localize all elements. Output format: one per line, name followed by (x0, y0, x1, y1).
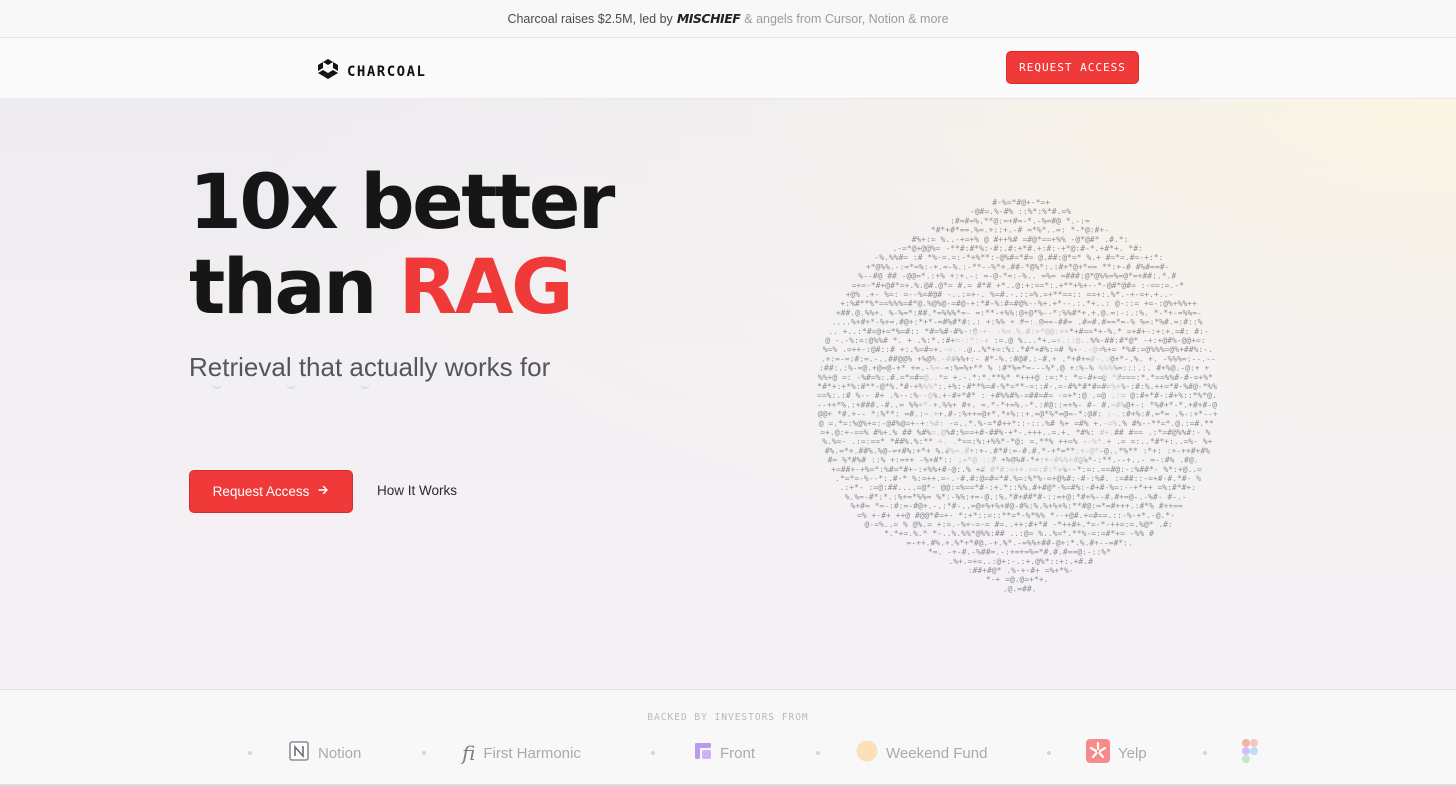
investor-label: Weekend Fund (886, 744, 988, 762)
investor-label: Yelp (1118, 744, 1147, 762)
investor-logos: Notion fi First Harmonic Front Weekend F… (0, 739, 1456, 767)
ascii-art-line: #%+:= %..-+=+% @ #++%# =#@*==+%% -@*@#* … (912, 235, 1129, 244)
ascii-art-line: +##.@.%%+. %-%=*:##.*=%%%*=- =:**-+%%:@+… (836, 308, 1202, 317)
yelp-icon (1086, 739, 1110, 767)
request-access-label: Request Access (212, 484, 310, 499)
ascii-art-line: #%.=*+.##%.%@-=+#%:+*+ %.#%=.#+:+-.#*#:=… (825, 446, 1210, 455)
investors-section: BACKED BY INVESTORS FROM Notion fi First… (0, 689, 1456, 786)
figma-icon (1242, 739, 1258, 767)
headline-line-1: 10x better (189, 157, 615, 246)
weekend-fund-icon (856, 740, 878, 766)
ascii-art-line: .-=*@+@@%= -**#:#*%:-#:.#:+*#.+:#:-+*@:#… (892, 244, 1142, 253)
investor-label: Notion (318, 744, 362, 762)
ascii-art-line: :##:.:%-=@.+@=@-+* +=.-%=-=:%=%+** % :#*… (819, 364, 1209, 373)
investor-notion[interactable]: Notion (288, 740, 361, 766)
hero-subheadline: Retrieval that actually works for (189, 352, 551, 382)
ascii-art-line: -%.%%#= :# *%-=.=:-*+%**:-@%#=*#= @.##:@… (874, 253, 1163, 262)
ascii-art-line: %.%=-#*:*.:%+=*%%= %*:-%%:+=-@.:%.*#+##*… (845, 492, 1187, 501)
top-nav: CHARCOAL REQUEST ACCESS (0, 38, 1456, 99)
brand-name: CHARCOAL (347, 63, 427, 80)
headline-line-2-prefix: than (189, 242, 399, 331)
request-access-button[interactable]: Request Access (189, 470, 353, 513)
ascii-art-line: =+=-*#+@#*=+.%.@#.@*= #.= #*# +*..@:+:==… (852, 281, 1185, 290)
ascii-art-line: =% +-#+ ++@ #@@*#=+- *:+*::=::**=*-%*%% … (857, 511, 1175, 520)
investor-figma[interactable] (1242, 739, 1258, 767)
ascii-art-line: *-+ =@.@=+*+. (986, 575, 1049, 584)
mischief-logo: MISCHIEF (676, 11, 741, 26)
ascii-art-line: @-=%..= % @%.= +:=.-%+-=-= #=..++:#+*# -… (865, 520, 1173, 529)
ascii-art-line: @ -.-%:=:@%%# *. + .%:*.:#+=-:*:-+ :=.@ … (825, 336, 1205, 345)
investor-label: First Harmonic (483, 744, 581, 762)
hero-headline: 10x better than RAG (189, 157, 615, 329)
ascii-art-line: .%+.=+=..:@+:-.:+.@%*::+:.+#.# (948, 557, 1093, 566)
investor-label: Front (720, 744, 756, 762)
separator-dot (422, 751, 426, 755)
headline-line-2: than RAG (189, 244, 613, 329)
brand[interactable]: CHARCOAL (317, 58, 426, 85)
charcoal-logo-icon (317, 58, 339, 85)
ascii-art-line: -@#=.%-#% ::%*:%*#.=% (970, 207, 1071, 216)
announcement-suffix: & angels from Cursor, Notion & more (744, 11, 949, 26)
separator-dot (1047, 751, 1051, 755)
investor-first-harmonic[interactable]: fi First Harmonic (462, 740, 581, 766)
separator-dot (1203, 751, 1207, 755)
front-icon (694, 742, 712, 764)
ascii-art-line: .+:=-=:#:=.-..##@@% +%@%.-##%%+:- #*-%.:… (821, 354, 1216, 363)
ascii-art-line: %.%=- .:=:==* *##%.%:** +. .*==:%:+%%*-*… (822, 437, 1212, 446)
ascii-art-line: ==%:.:# %-- #+ .%--:%--@%.+-#+*#* : +#%%… (817, 391, 1217, 400)
nav-request-access-button[interactable]: REQUEST ACCESS (1006, 51, 1139, 84)
ascii-art-line: =-++.#%.+.%*+*#@.-+.%*.-=%%+##-@+:*.%.#+… (906, 538, 1132, 547)
notion-icon (288, 740, 310, 766)
ascii-art-line: %%+@ =: -%#=%:.#.=*=#=@..*= +.-.*:*.**%*… (818, 373, 1213, 382)
ascii-art-line: .:+*- :=@:##....=@*- @@:=%==*#-:+.*::%%.… (840, 483, 1196, 492)
ascii-art-line: %--#@ ## -@@=*.:+% +:+.-: =-@-*=:-%.. =%… (858, 272, 1176, 281)
ascii-art-line: =+.@:+-==% #%+.% ## %#%=.@%#:%==+#-##%-+… (820, 428, 1210, 437)
headline-accent: RAG (398, 242, 574, 331)
separator-dot (816, 751, 820, 755)
ascii-art-line: *.*+=.%.* *-..%.%%*@%%:## ..:@= %..%=*.*… (884, 529, 1154, 538)
first-harmonic-icon: fi (462, 741, 476, 765)
announcement-prefix: Charcoal raises $2.5M, led by (507, 11, 673, 26)
ascii-art-line: %=% .=++-:@#::# +:.%=#=+.-=.-.@..%*+=:%:… (823, 345, 1213, 354)
ascii-art-line: --++*%.:+###.-#..= %%+*-+.%%+ #+. =.*-*+… (817, 400, 1217, 409)
ascii-art-line: *=. -+-#.-%##=.-:+=+=%=*#.#.#==@:-::%* (928, 548, 1111, 557)
investors-title: BACKED BY INVESTORS FROM (647, 712, 809, 723)
ascii-art-line: %+#= *=-:#:=-#@+.-.:*#-..=@+%+%+#@-#%:%.… (851, 502, 1184, 511)
hero-section: 10x better than RAG Retrieval that actua… (0, 99, 1456, 689)
ascii-art-line: +@% .+- %=: =--%=#@# -..:=+-. %=#.-.::=%… (846, 290, 1174, 299)
ascii-art-line: +:%#**%*==%%%=#*@.%@%@-=#@-+:*#-%:#=#@%-… (840, 299, 1197, 308)
ascii-art-line: *#*+#*==.%=.+::+.-# =*%*..=: *-*@:#+- (931, 226, 1109, 235)
investor-weekend-fund[interactable]: Weekend Fund (856, 740, 987, 766)
ascii-brain-illustration: #-%=*#@+-*=+ -@#=.%-#% ::%*:%*#.=%:#=#=%.… (812, 198, 1232, 609)
how-it-works-link[interactable]: How It Works (377, 483, 457, 498)
ascii-art-line: .@.=##. (1003, 584, 1037, 593)
investor-yelp[interactable]: Yelp (1086, 739, 1147, 767)
separator-dot (248, 751, 252, 755)
arrow-right-icon (317, 484, 329, 499)
ascii-art-line: :#=#=%.**@:=+#=-*.-%=#@ *.-:= (950, 216, 1090, 225)
ascii-art-line: #-%=*#@+-*=+ (992, 199, 1050, 207)
investor-front[interactable]: Front (694, 740, 755, 766)
announcement-bar[interactable]: Charcoal raises $2.5M, led by MISCHIEF &… (0, 0, 1456, 38)
ascii-art-line: @@+ *#.+-- *:%**: =#.:=.++.#-:%++=@+*.*+… (818, 410, 1218, 419)
separator-dot (651, 751, 655, 755)
ascii-art-line: :##+#@* .%-+-#+ =%+*%- (968, 566, 1074, 575)
ascii-art-line: *#*+:+*%:#**-@*%.*#-+%%%*:.+%:-#**%=#-%*… (817, 382, 1217, 391)
ascii-art-line: +*@%%.-:=*=%:-+.=-%.:-**--%*+.##-*@%*:.:… (866, 262, 1169, 271)
ascii-art-line: @ =.*=:%@%+=:-@#%@=+-+:%#: -=..*.%-=*#++… (819, 419, 1214, 428)
typing-placeholder (212, 383, 372, 393)
